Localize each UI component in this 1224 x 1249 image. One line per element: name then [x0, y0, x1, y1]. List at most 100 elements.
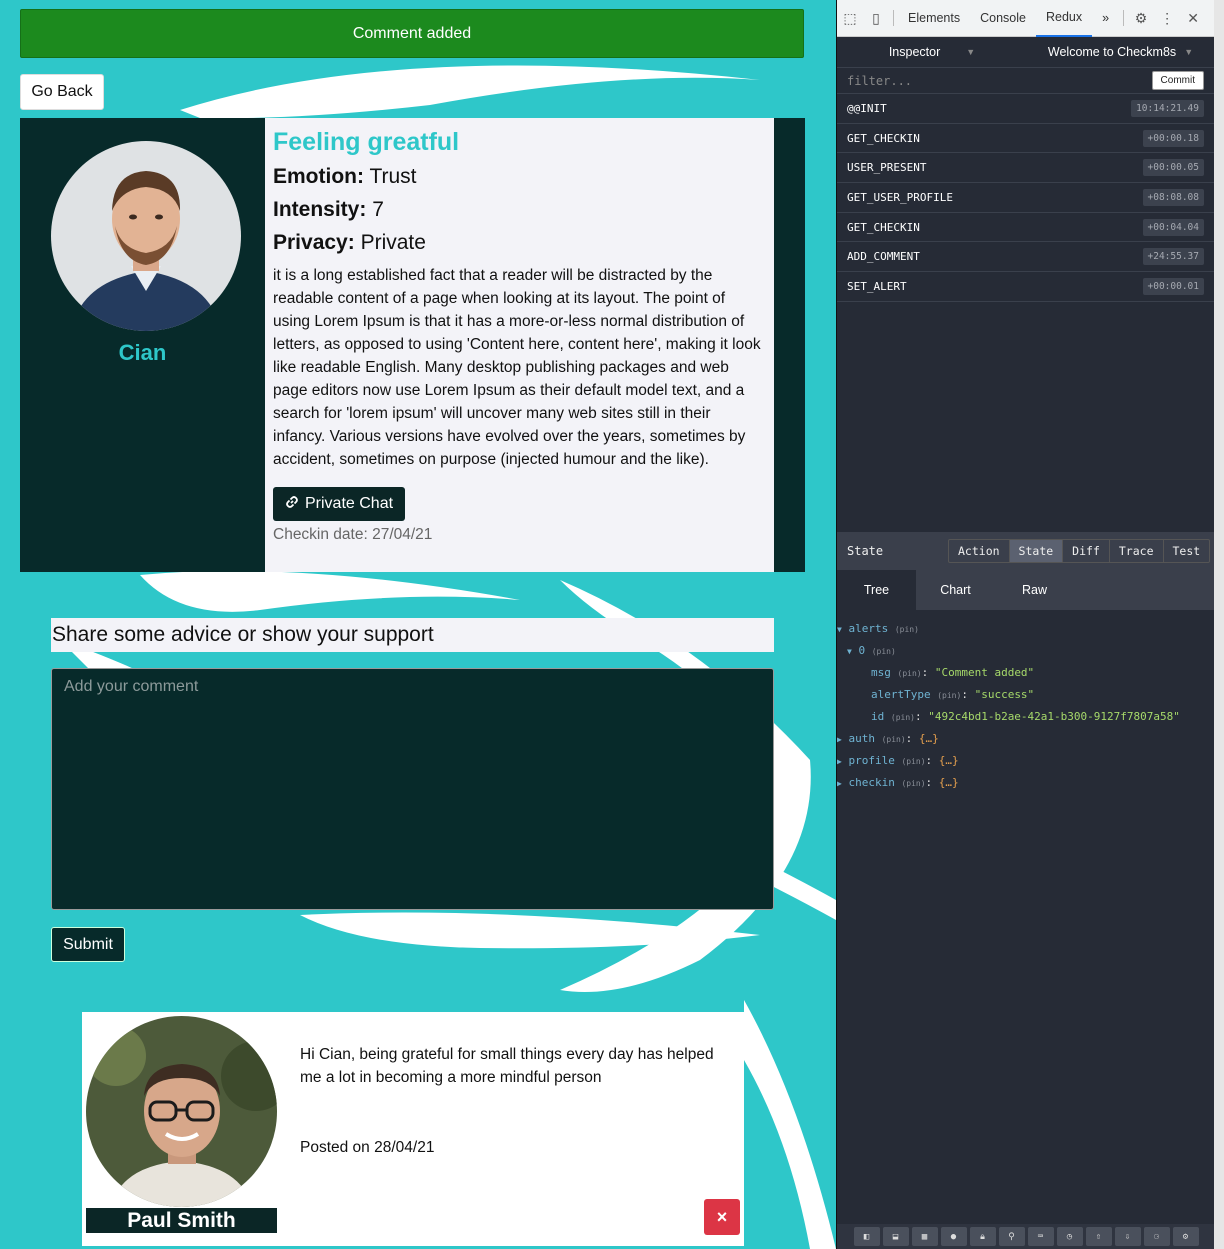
more-tabs-button[interactable]: »: [1092, 0, 1119, 37]
action-list: @@INIT 10:14:21.49 GET_CHECKIN +00:00.18 U…: [837, 94, 1214, 302]
tab-elements[interactable]: Elements: [898, 0, 970, 37]
filter-input[interactable]: filter...: [847, 74, 912, 88]
keyboard-icon[interactable]: ⌨: [1027, 1227, 1054, 1246]
action-row[interactable]: GET_CHECKIN +00:04.04: [837, 213, 1214, 243]
tree-node-checkin[interactable]: ▶ checkin (pin): {…}: [837, 772, 1215, 794]
comment-input[interactable]: Add your comment: [51, 668, 774, 910]
view-segment-control: Action State Diff Trace Test: [948, 539, 1211, 563]
expanded-arrow-icon: ▼: [847, 647, 852, 656]
success-alert: Comment added: [20, 9, 804, 58]
action-row[interactable]: ADD_COMMENT +24:55.37: [837, 242, 1214, 273]
checkin-text: it is a long established fact that a rea…: [273, 267, 761, 468]
tree-node-profile[interactable]: ▶ profile (pin): {…}: [837, 750, 1215, 772]
delete-comment-button[interactable]: ×: [704, 1199, 740, 1235]
privacy-value: Private: [360, 231, 426, 254]
segment-state[interactable]: State: [1009, 540, 1064, 562]
comment-placeholder: Add your comment: [64, 678, 199, 695]
comment-author-avatar: [86, 1016, 277, 1207]
chevron-down-icon: ▼: [966, 47, 976, 57]
tab-raw[interactable]: Raw: [995, 570, 1074, 610]
layout-bottom-icon[interactable]: ⬓: [882, 1227, 909, 1246]
intensity-value: 7: [372, 198, 384, 221]
app-pane: Comment added Go Back Cian Feeling great…: [0, 0, 836, 1249]
record-icon[interactable]: ●: [940, 1227, 967, 1246]
settings-icon[interactable]: ⚙: [1172, 1227, 1199, 1246]
filter-row: filter... Commit: [837, 68, 1214, 94]
inspector-bar: Inspector ▼ Welcome to Checkm8s ▼: [837, 37, 1214, 68]
collapsed-arrow-icon: ▶: [837, 779, 842, 788]
monitor-select[interactable]: Inspector ▼: [837, 45, 1027, 59]
window-edge: [1214, 0, 1224, 1249]
state-label: State: [847, 544, 884, 558]
submit-button[interactable]: Submit: [51, 927, 125, 962]
link-icon: [285, 495, 299, 514]
divider: [893, 10, 894, 26]
segment-diff[interactable]: Diff: [1063, 540, 1110, 562]
intensity-row: Intensity: 7: [273, 198, 384, 221]
collapsed-arrow-icon: ▶: [837, 757, 842, 766]
segment-trace[interactable]: Trace: [1110, 540, 1164, 562]
segment-test[interactable]: Test: [1164, 540, 1210, 562]
action-row[interactable]: SET_ALERT +00:00.01: [837, 272, 1214, 302]
comment-text: Hi Cian, being grateful for small things…: [300, 1046, 714, 1086]
devtools-bottom-toolbar: ◧ ⬓ ▦ ● 🔒︎ ⚲ ⌨ ◷ ⇧ ⇩ ⚆ ⚙: [837, 1224, 1215, 1249]
tree-node-msg: msg (pin): "Comment added": [871, 666, 1035, 679]
devtools-tab-bar: ⬚ ▯ Elements Console Redux » ⚙ ⋮ ✕: [837, 0, 1214, 37]
upload-icon[interactable]: ⇧: [1085, 1227, 1112, 1246]
go-back-button[interactable]: Go Back: [20, 74, 104, 110]
comment-posted-date: Posted on 28/04/21: [300, 1139, 435, 1156]
collapsed-arrow-icon: ▶: [837, 735, 842, 744]
tree-node-alert-type: alertType (pin): "success": [871, 688, 1035, 701]
comment-author-name[interactable]: Paul Smith: [86, 1208, 277, 1233]
state-sub-tabs: Tree Chart Raw: [837, 570, 1215, 610]
user-name[interactable]: Cian: [20, 340, 265, 366]
chevron-down-icon: ▼: [1184, 47, 1194, 57]
segment-action[interactable]: Action: [949, 540, 1010, 562]
tab-chart[interactable]: Chart: [916, 570, 995, 610]
kebab-menu-icon[interactable]: ⋮: [1154, 10, 1180, 27]
expanded-arrow-icon: ▼: [837, 625, 842, 634]
tree-node-auth[interactable]: ▶ auth (pin): {…}: [837, 728, 1215, 750]
pin-icon[interactable]: ⚲: [998, 1227, 1025, 1246]
advice-heading: Share some advice or show your support: [51, 618, 774, 652]
device-toggle-icon[interactable]: ▯: [863, 10, 889, 27]
gear-icon[interactable]: ⚙: [1128, 10, 1154, 27]
divider: [1123, 10, 1125, 26]
lock-icon[interactable]: 🔒︎: [969, 1227, 996, 1246]
tree-node-id: id (pin): "492c4bd1-b2ae-42a1-b300-9127f…: [871, 710, 1180, 723]
action-row[interactable]: @@INIT 10:14:21.49: [837, 94, 1214, 124]
timer-icon[interactable]: ◷: [1056, 1227, 1083, 1246]
user-avatar: [51, 141, 241, 331]
private-chat-button[interactable]: Private Chat: [273, 487, 406, 521]
tree-node-alerts[interactable]: ▼ alerts (pin): [837, 618, 1215, 640]
privacy-row: Privacy: Private: [273, 231, 426, 254]
action-row[interactable]: USER_PRESENT +00:00.05: [837, 153, 1214, 184]
checkin-card: Cian Feeling greatful Emotion: Trust Int…: [20, 118, 805, 572]
instance-select[interactable]: Welcome to Checkm8s ▼: [1027, 45, 1214, 59]
close-icon: ×: [716, 1206, 728, 1227]
emotion-row: Emotion: Trust: [273, 165, 417, 188]
action-row[interactable]: GET_CHECKIN +00:00.18: [837, 124, 1214, 154]
close-icon[interactable]: ✕: [1180, 10, 1206, 27]
inspector-label: Inspector: [888, 45, 941, 59]
tab-console[interactable]: Console: [970, 0, 1036, 37]
action-row[interactable]: GET_USER_PROFILE +08:08.08: [837, 183, 1214, 213]
remote-icon[interactable]: ⚆: [1143, 1227, 1170, 1246]
alert-message: Comment added: [352, 24, 472, 42]
commit-button[interactable]: Commit: [1151, 71, 1204, 90]
checkin-content: Feeling greatful Emotion: Trust Intensit…: [265, 118, 774, 572]
download-icon[interactable]: ⇩: [1114, 1227, 1141, 1246]
checkin-date: Checkin date: 27/04/21: [273, 526, 433, 543]
layout-left-icon[interactable]: ◧: [853, 1227, 880, 1246]
inspect-element-icon[interactable]: ⬚: [837, 10, 863, 27]
layout-grid-icon[interactable]: ▦: [911, 1227, 938, 1246]
tab-redux[interactable]: Redux: [1035, 0, 1093, 37]
comment-card: Paul Smith Hi Cian, being grateful for s…: [82, 1012, 744, 1246]
private-chat-label: Private Chat: [305, 495, 394, 512]
tree-node-alert-0[interactable]: ▼ 0 (pin): [837, 640, 1215, 662]
checkin-title: Feeling greatful: [273, 128, 460, 156]
state-tree: ▼ alerts (pin) ▼ 0 (pin) msg (pin): "Com…: [837, 618, 1215, 794]
devtools-panel: ⬚ ▯ Elements Console Redux » ⚙ ⋮ ✕ Inspe…: [836, 0, 1215, 1249]
tab-tree[interactable]: Tree: [837, 570, 916, 610]
instance-label: Welcome to Checkm8s: [1047, 45, 1177, 59]
